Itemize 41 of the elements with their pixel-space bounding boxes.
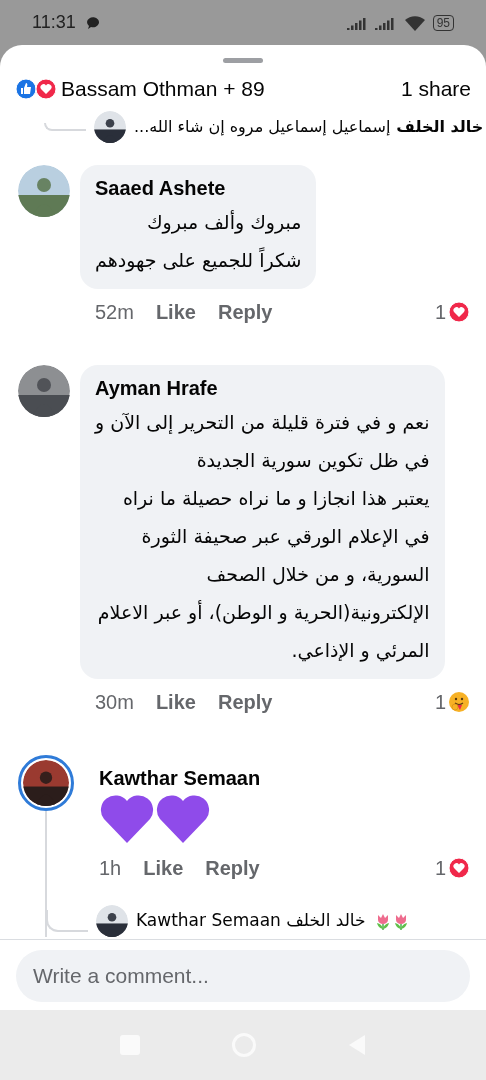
comment-input[interactable]: Write a comment... xyxy=(16,950,470,1002)
battery-indicator: 95 xyxy=(432,14,454,31)
status-time: 11:31 xyxy=(32,11,76,34)
comment-author: Kawthar Semaan xyxy=(99,765,262,791)
heart-emoji-icon xyxy=(155,792,211,845)
reply-link[interactable]: Reply xyxy=(217,296,273,327)
reply-author[interactable]: خالد الخلف xyxy=(396,114,484,139)
comment-text: المرئي و الإذاعي. xyxy=(290,637,430,664)
comment-text: يعتبر هذا انجازا و ما نراه حصيلة ما نراه xyxy=(121,485,430,512)
reply-link[interactable]: Reply xyxy=(205,852,260,883)
comment-text: الإلكترونية(الحرية و الوطن)، أو عبر الاعلام xyxy=(96,599,430,626)
comment-time: 1h xyxy=(99,855,122,881)
comment-time: 52m xyxy=(95,299,134,325)
reply-preview-text[interactable]: إسماعيل إسماعيل مروه إن شاء الله... xyxy=(134,114,391,139)
share-count[interactable]: 1 share xyxy=(400,73,471,105)
comment-text: في الإعلام الورقي عبر صحيفة الثورة xyxy=(140,523,430,550)
heart-emoji-icon xyxy=(99,792,155,845)
comment-author: Saaed Ashete xyxy=(95,175,227,201)
like-link[interactable]: Like xyxy=(155,686,196,717)
reaction-count: 1 xyxy=(434,855,446,881)
wifi-icon xyxy=(402,13,427,32)
drag-handle[interactable] xyxy=(223,58,263,63)
comment-text: في ظل تكوين سورية الجديدة xyxy=(195,447,430,474)
reaction-count: 1 xyxy=(434,689,446,715)
reply-link[interactable]: Reply xyxy=(217,686,273,717)
heart-reaction-icon xyxy=(35,77,57,100)
reactors-summary[interactable]: Bassam Othman + 89 xyxy=(61,73,265,105)
thread-line xyxy=(44,122,86,131)
comment-author: Ayman Hrafe xyxy=(95,375,219,401)
like-link[interactable]: Like xyxy=(143,852,184,883)
like-link[interactable]: Like xyxy=(155,296,196,327)
reaction-count: 1 xyxy=(434,299,446,325)
comment-text: السورية، و من خلال الصحف xyxy=(205,561,430,588)
comment-time: 30m xyxy=(95,689,134,715)
comment-text: نعم و في فترة قليلة من التحرير إلى الآن و xyxy=(95,409,430,436)
comment-text: مبروك وألف مبروك xyxy=(145,209,302,236)
like-reaction-icon xyxy=(15,77,37,100)
chat-bubble-icon xyxy=(85,15,100,30)
comment-text: شكراً للجميع على جهودهم xyxy=(95,246,302,274)
reply-preview-text[interactable]: خالد الخلف Kawthar Semaan xyxy=(136,907,366,934)
signal-icon xyxy=(346,15,397,30)
